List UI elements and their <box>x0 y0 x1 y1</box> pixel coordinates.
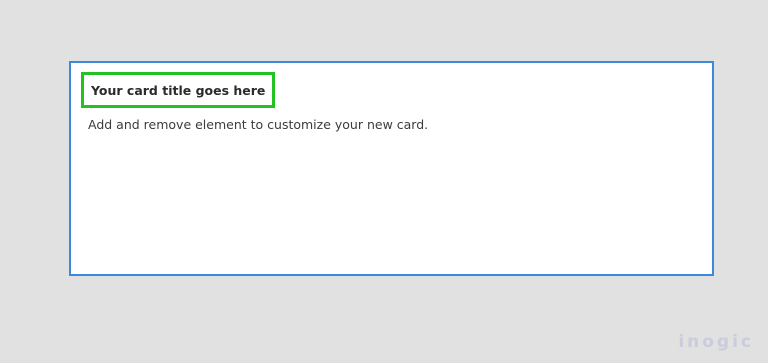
adaptive-card: Your card title goes here Add and remove… <box>69 61 714 276</box>
card-body-text: Add and remove element to customize your… <box>88 117 429 132</box>
card-title[interactable]: Your card title goes here <box>81 72 276 108</box>
brand-watermark: inogic <box>678 332 754 352</box>
